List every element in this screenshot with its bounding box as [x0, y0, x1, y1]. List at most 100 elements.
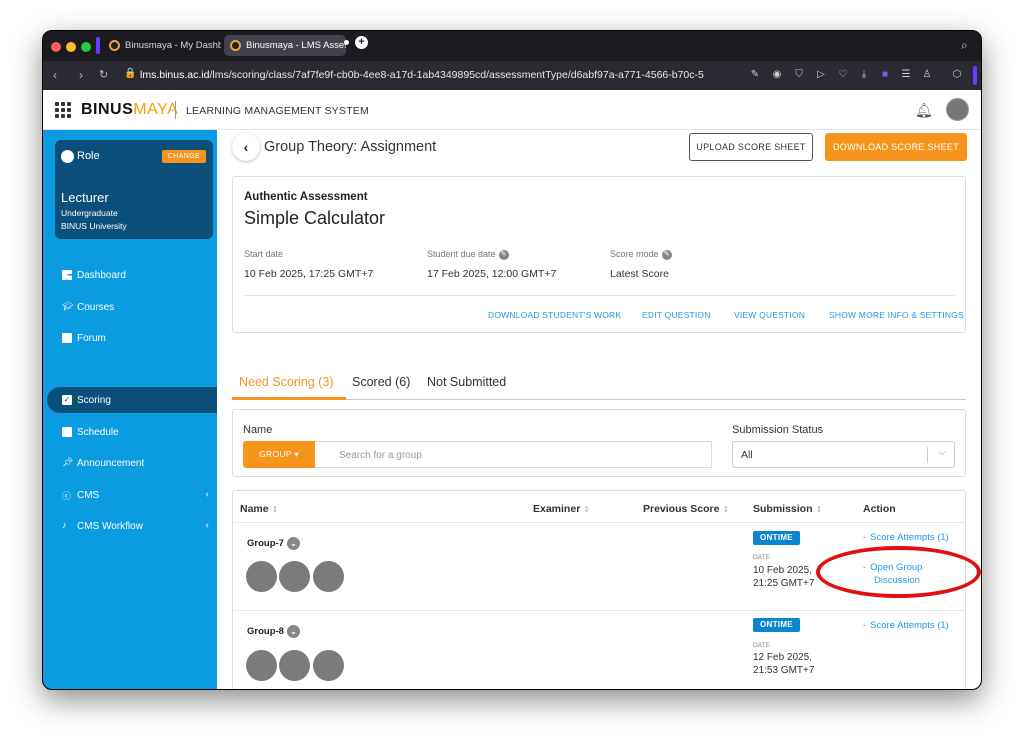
sidebar-item-label: Scoring [77, 395, 111, 406]
app-header: BINUSMAYA LEARNING MANAGEMENT SYSTEM 🔔︎ [43, 90, 981, 130]
role-organization: BINUS University [61, 221, 127, 231]
edit-pencil-icon[interactable]: ✎ [498, 249, 509, 260]
binusmaya-logo[interactable]: BINUSMAYA [81, 101, 178, 119]
sidebar-item-courses[interactable]: 🎓︎ Courses [43, 294, 217, 320]
browser-tab-dashboard[interactable]: Binusmaya - My Dashbo [103, 35, 221, 56]
user-avatar[interactable] [946, 98, 969, 121]
edit-icon[interactable]: ✎ [749, 69, 761, 81]
checkbox-icon: ✓ [62, 395, 72, 405]
apps-grid-icon[interactable] [55, 102, 71, 118]
date-label: DATE [753, 554, 770, 561]
start-date-label: Start date [244, 249, 284, 259]
header-divider [233, 522, 965, 523]
close-window-icon[interactable] [51, 42, 61, 52]
header-divider [175, 101, 176, 119]
member-avatar [246, 561, 277, 592]
submission-status-select[interactable]: All ⌵ [732, 441, 955, 468]
download-icon[interactable]: ⤓ [858, 69, 870, 81]
maximize-window-icon[interactable] [81, 42, 91, 52]
role-label: Role [77, 150, 100, 162]
back-arrow-icon[interactable]: ‹ [53, 68, 57, 82]
sidebar-item-label: Forum [77, 333, 106, 344]
search-tabs-icon[interactable]: ⌕ [961, 38, 968, 53]
tab-not-submitted[interactable]: Not Submitted [427, 375, 506, 389]
show-more-info-link[interactable]: SHOW MORE INFO & SETTINGS [829, 310, 964, 320]
status-badge: ONTIME [753, 531, 800, 545]
address-bar[interactable]: 🔒 lms.binus.ac.id/lms/scoring/class/7af7… [118, 65, 750, 86]
sidebar-panel-icon[interactable] [973, 66, 977, 85]
chevron-left-icon: ‹ [205, 489, 209, 500]
browser-tab-lms[interactable]: Binusmaya - LMS Asses [224, 35, 346, 56]
sidebar-item-announcement[interactable]: 📌︎ Announcement [43, 450, 217, 476]
sidebar: Role CHANGE Lecturer Undergraduate BINUS… [43, 130, 217, 689]
group-button-label: GROUP [259, 449, 292, 459]
download-score-sheet-button[interactable]: DOWNLOAD SCORE SHEET [825, 133, 967, 161]
extension-icon[interactable]: ■ [879, 69, 891, 81]
edit-question-link[interactable]: EDIT QUESTION [642, 310, 711, 320]
cms-icon: ⓒ [62, 491, 72, 501]
score-mode-label: Score mode [610, 249, 659, 259]
sidebar-item-forum[interactable]: Forum [43, 325, 217, 351]
column-header-submission[interactable]: Submission ⇕ [753, 503, 822, 515]
sort-icon: ⇕ [722, 505, 730, 514]
send-icon[interactable]: ▷ [815, 69, 827, 81]
new-tab-icon[interactable]: + [355, 36, 368, 49]
sidebar-item-schedule[interactable]: Schedule [43, 419, 217, 445]
score-attempts-link[interactable]: - Score Attempts (1) [863, 531, 963, 544]
name-filter-label: Name [243, 424, 273, 436]
sidebar-item-dashboard[interactable]: Dashboard [43, 262, 217, 288]
assessment-card: Authentic Assessment Simple Calculator S… [232, 176, 966, 333]
reload-icon[interactable]: ↻ [99, 68, 108, 81]
sort-icon: ⇕ [583, 505, 590, 514]
tab-label: Binusmaya - LMS Asses [246, 40, 346, 51]
page-title: Group Theory: Assignment [264, 139, 437, 155]
sort-icon: ⇕ [815, 505, 823, 514]
member-avatar [313, 650, 344, 681]
back-button[interactable]: ‹ [232, 133, 260, 161]
due-date-label: Student due date [427, 249, 496, 259]
main-content: ‹ Group Theory: Assignment UPLOAD SCORE … [217, 130, 981, 689]
column-header-name[interactable]: Name ⇕ [240, 503, 278, 515]
group-name[interactable]: Group-8 ⌄ [247, 625, 300, 638]
minimize-window-icon[interactable] [66, 42, 76, 52]
chevron-down-icon[interactable]: ⌄ [286, 625, 300, 638]
filter-panel: Name GROUP ▾ Search for a group Submissi… [232, 409, 966, 477]
edit-pencil-icon[interactable]: ✎ [661, 249, 672, 260]
search-input[interactable]: Search for a group [315, 441, 712, 468]
chevron-left-icon: ‹ [243, 139, 249, 155]
box-icon[interactable]: ⬡ [951, 69, 963, 81]
member-avatar [313, 561, 344, 592]
shield-icon[interactable]: ⛉ [793, 69, 805, 81]
sidebar-item-cms[interactable]: ⓒ CMS ‹ [43, 482, 217, 508]
url-path: /lms/scoring/class/7af7fe9f-cb0b-4ee8-a1… [209, 69, 704, 81]
sidebar-item-cms-workflow[interactable]: ♪ CMS Workflow ‹ [43, 513, 217, 539]
sidebar-toggle-icon[interactable] [96, 37, 100, 54]
notification-bell-icon[interactable]: 🔔︎ [915, 102, 933, 119]
due-date-label-wrap: Student due date ✎ [427, 249, 509, 260]
column-header-previous-score[interactable]: Previous Score ⇕ [643, 503, 729, 515]
lock-icon: 🔒 [124, 68, 137, 79]
group-name[interactable]: Group-7 ⌄ [247, 537, 300, 550]
profile-icon[interactable]: ♙ [921, 69, 933, 81]
score-attempts-link[interactable]: - Score Attempts (1) [863, 619, 963, 632]
forward-arrow-icon[interactable]: › [79, 68, 83, 82]
status-selected-value: All [741, 449, 753, 461]
view-question-link[interactable]: VIEW QUESTION [734, 310, 805, 320]
menu-lines-icon[interactable]: ☰ [900, 69, 912, 81]
tab-need-scoring[interactable]: Need Scoring (3) [239, 375, 334, 389]
camera-icon[interactable]: ◉ [771, 69, 783, 81]
assessment-type: Authentic Assessment [244, 191, 368, 203]
submission-date: 12 Feb 2025, 21:53 GMT+7 [753, 652, 815, 676]
sidebar-item-scoring[interactable]: ✓ Scoring [47, 387, 217, 413]
caret-down-icon: ▾ [294, 449, 299, 459]
heart-icon[interactable]: ♡ [837, 69, 849, 81]
row-divider [233, 610, 965, 611]
download-students-work-link[interactable]: DOWNLOAD STUDENT'S WORK [488, 310, 621, 320]
group-dropdown-button[interactable]: GROUP ▾ [243, 441, 315, 468]
tab-scored[interactable]: Scored (6) [352, 375, 410, 389]
change-role-button[interactable]: CHANGE [162, 150, 206, 163]
binusmaya-favicon-icon [230, 40, 241, 51]
upload-score-sheet-button[interactable]: UPLOAD SCORE SHEET [689, 133, 813, 161]
column-header-examiner[interactable]: Examiner ⇕ [533, 503, 590, 515]
chevron-down-icon[interactable]: ⌄ [286, 537, 300, 550]
